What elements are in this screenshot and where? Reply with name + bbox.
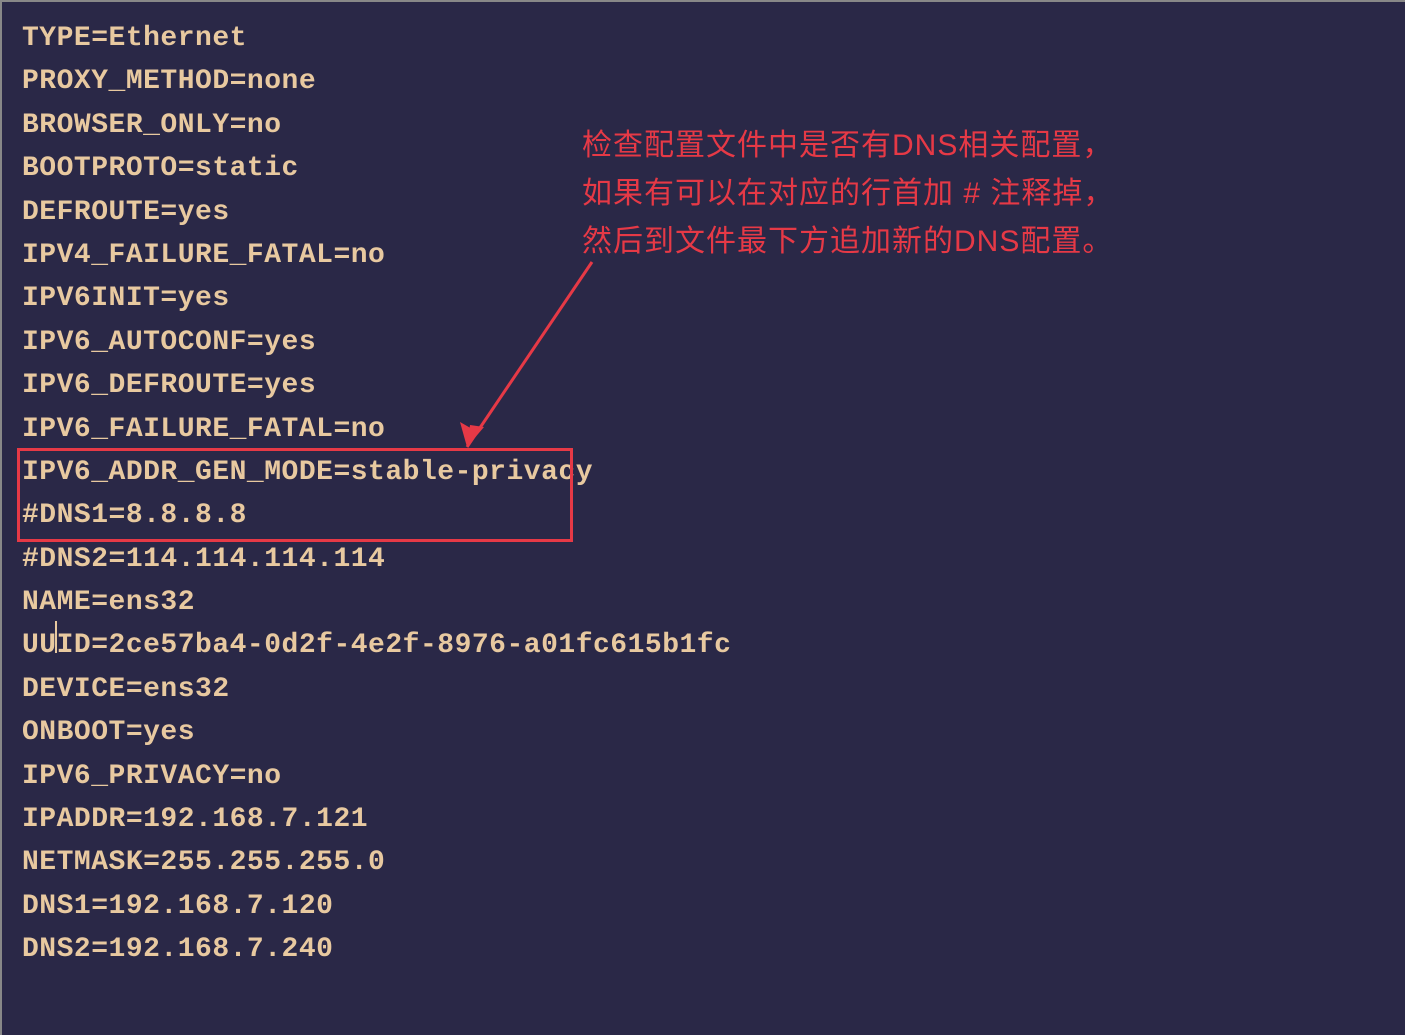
config-line-ipv6-defroute: IPV6_DEFROUTE=yes — [22, 364, 1385, 407]
annotation-text: 检查配置文件中是否有DNS相关配置， 如果有可以在对应的行首加 # 注释掉， 然… — [582, 122, 1114, 266]
config-line-proxy-method: PROXY_METHOD=none — [22, 60, 1385, 103]
config-line-type: TYPE=Ethernet — [22, 17, 1385, 60]
config-line-uuid: UUID=2ce57ba4-0d2f-4e2f-8976-a01fc615b1f… — [22, 624, 1385, 667]
config-line-device: DEVICE=ens32 — [22, 668, 1385, 711]
config-line-dns1-commented: #DNS1=8.8.8.8 — [22, 494, 1385, 537]
config-line-dns2: DNS2=192.168.7.240 — [22, 928, 1385, 971]
text-cursor — [55, 621, 57, 653]
config-line-ipv6-privacy: IPV6_PRIVACY=no — [22, 755, 1385, 798]
annotation-line-2: 如果有可以在对应的行首加 # 注释掉， — [582, 170, 1114, 218]
config-line-dns1: DNS1=192.168.7.120 — [22, 885, 1385, 928]
config-line-ipaddr: IPADDR=192.168.7.121 — [22, 798, 1385, 841]
config-line-dns2-commented: #DNS2=114.114.114.114 — [22, 538, 1385, 581]
config-line-name: NAME=ens32 — [22, 581, 1385, 624]
config-line-ipv6-failure-fatal: IPV6_FAILURE_FATAL=no — [22, 408, 1385, 451]
annotation-line-1: 检查配置文件中是否有DNS相关配置， — [582, 122, 1114, 170]
config-line-ipv6init: IPV6INIT=yes — [22, 277, 1385, 320]
annotation-line-3: 然后到文件最下方追加新的DNS配置。 — [582, 218, 1114, 266]
config-line-ipv6-autoconf: IPV6_AUTOCONF=yes — [22, 321, 1385, 364]
config-line-ipv6-addr-gen-mode: IPV6_ADDR_GEN_MODE=stable-privacy — [22, 451, 1385, 494]
config-line-netmask: NETMASK=255.255.255.0 — [22, 841, 1385, 884]
config-line-onboot: ONBOOT=yes — [22, 711, 1385, 754]
